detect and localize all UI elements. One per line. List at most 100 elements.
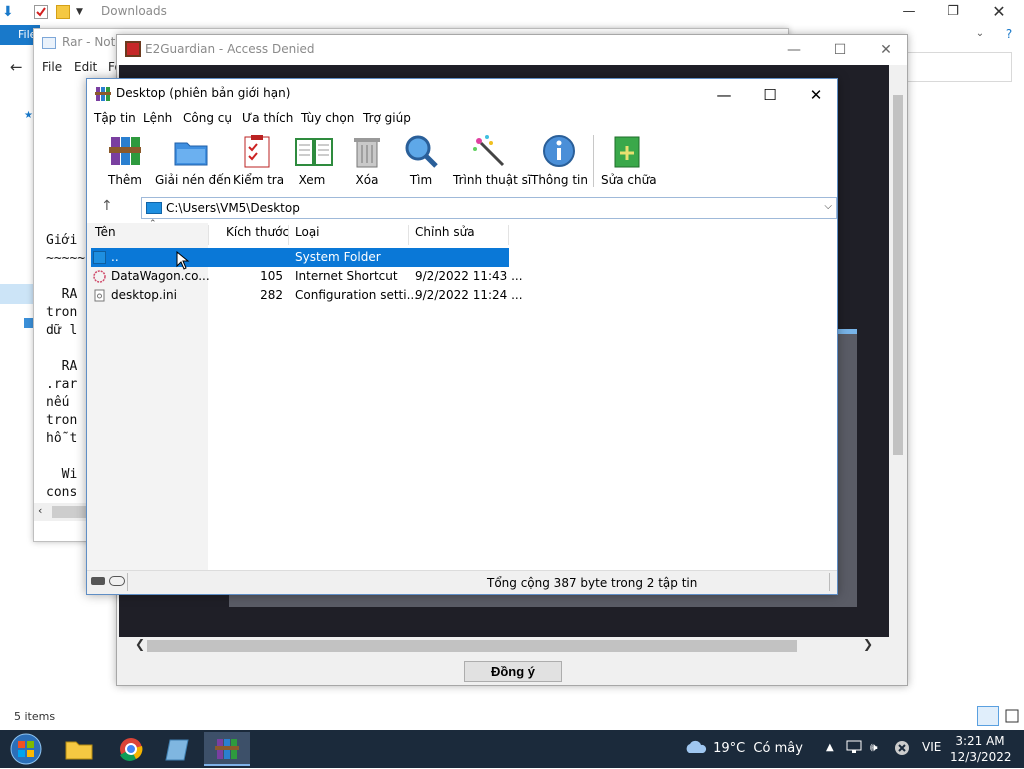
notepad-text-line: RA (46, 359, 78, 374)
column-header-name[interactable]: Tên (95, 225, 116, 239)
menu-help[interactable]: Trợ giúp (363, 111, 411, 125)
taskbar-notepad[interactable] (156, 732, 202, 766)
scroll-left-icon[interactable]: ‹ (38, 504, 42, 517)
toolbar-repair-button[interactable]: Sửa chữa (601, 133, 657, 189)
hscroll-right-icon[interactable]: ❯ (863, 637, 873, 651)
help-icon[interactable]: ? (994, 24, 1024, 44)
chevron-down-icon[interactable]: ⌵ (824, 201, 832, 212)
up-folder-icon[interactable]: ↑ (101, 198, 113, 214)
language-indicator[interactable]: VIE (922, 740, 941, 754)
menu-file[interactable]: Tập tin (94, 111, 136, 125)
notepad-text-line: tron (46, 305, 78, 320)
file-size: 105 (260, 269, 283, 283)
start-button[interactable] (6, 732, 46, 766)
network-tray-icon[interactable] (846, 740, 862, 757)
column-divider[interactable] (408, 225, 409, 245)
download-icon[interactable]: ⬇ (2, 5, 16, 19)
file-list-row[interactable]: desktop.ini 282 Configuration setti... 9/2/… (91, 286, 523, 305)
explorer-search-input[interactable] (906, 52, 1012, 82)
clock-date: 12/3/2022 (950, 750, 1012, 764)
info-icon (541, 133, 577, 169)
large-icons-view-icon[interactable] (1003, 706, 1021, 726)
properties-icon[interactable] (34, 5, 48, 19)
notepad-text-line: nếu (46, 395, 70, 410)
taskbar-chrome[interactable] (108, 732, 154, 766)
menu-commands[interactable]: Lệnh (143, 111, 172, 125)
toolbar-extract-button[interactable]: Giải nén đến (155, 133, 232, 189)
clock-time: 3:21 AM (955, 734, 1005, 748)
file-list-row[interactable]: DataWagon.co... 105 Internet Shortcut 9/2/2… (91, 267, 523, 286)
column-divider[interactable] (508, 225, 509, 245)
hscroll-left-icon[interactable]: ❮ (135, 637, 145, 651)
toolbar-find-button[interactable]: Tìm (399, 133, 443, 189)
winrar-maximize-button[interactable]: ☐ (747, 83, 793, 107)
key-icon[interactable] (109, 576, 125, 586)
qat-dropdown-icon[interactable]: ▼ (76, 5, 90, 19)
toolbar-delete-button[interactable]: Xóa (347, 133, 387, 189)
toolbar-view-button[interactable]: Xem (289, 133, 335, 189)
details-view-icon[interactable] (977, 706, 999, 726)
e2guardian-minimize-button[interactable]: — (771, 39, 817, 61)
explorer-minimize-button[interactable]: — (886, 2, 932, 24)
explorer-maximize-button[interactable]: ❐ (930, 2, 976, 24)
menu-favorites[interactable]: Ưa thích (242, 111, 293, 125)
file-list-row[interactable]: .. System Folder (91, 248, 509, 267)
notepad-text-line: Wi (46, 467, 78, 482)
notepad-text-line: cons (46, 485, 78, 500)
internet-shortcut-icon (93, 270, 106, 283)
explorer-close-button[interactable]: ✕ (976, 2, 1022, 24)
file-name: desktop.ini (111, 288, 177, 302)
notification-blocked-icon[interactable] (894, 740, 910, 759)
ok-button[interactable]: Đồng ý (464, 661, 562, 682)
notepad-app-icon (42, 37, 56, 49)
menu-options[interactable]: Tùy chọn (301, 111, 354, 125)
toolbar-wizard-button[interactable]: Trình thuật sĩ (453, 133, 531, 189)
notepad-menu-file[interactable]: File (42, 60, 62, 74)
file-type: System Folder (295, 250, 381, 264)
notepad-text-line: hỗ t (46, 431, 78, 446)
tray-expand-icon[interactable]: ▲ (826, 742, 834, 753)
taskbar-file-explorer[interactable] (56, 732, 102, 766)
e2guardian-maximize-button[interactable]: ☐ (817, 39, 863, 61)
explorer-title: Downloads (101, 4, 167, 18)
parent-folder-icon (93, 251, 106, 264)
toolbar-extract-label: Giải nén đến (155, 173, 232, 187)
drive-icon[interactable] (91, 577, 105, 585)
address-path-combobox[interactable]: C:\Users\VM5\Desktop ⌵ (141, 197, 837, 219)
winrar-title: Desktop (phiên bản giới hạn) (116, 86, 291, 100)
column-header-size[interactable]: Kích thước (226, 225, 289, 239)
weather-description: Có mây (753, 741, 803, 756)
menu-tools[interactable]: Công cụ (183, 111, 232, 125)
winrar-close-button[interactable]: ✕ (793, 83, 839, 107)
column-divider[interactable] (208, 225, 209, 245)
ribbon-collapse-icon[interactable]: ⌄ (968, 24, 992, 44)
taskbar-winrar[interactable] (204, 732, 250, 766)
test-clipboard-icon (239, 133, 275, 169)
notepad-menu-edit[interactable]: Edit (74, 60, 97, 74)
column-header-type[interactable]: Loại (295, 225, 320, 239)
weather-widget[interactable]: 19°C Có mây (683, 739, 803, 756)
e2guardian-hscroll-thumb[interactable] (147, 640, 797, 652)
column-divider[interactable] (288, 225, 289, 245)
add-archive-icon (107, 133, 143, 169)
toolbar-test-button[interactable]: Kiểm tra (233, 133, 284, 189)
back-arrow-icon[interactable]: ← (10, 58, 23, 76)
new-folder-icon[interactable] (56, 5, 70, 19)
notepad-text-line: Giới (46, 233, 78, 248)
toolbar-info-button[interactable]: Thông tin (531, 133, 588, 189)
taskbar: 19°C Có mây ▲ 🕪 VIE 3:21 AM 12/3/2022 (0, 730, 1024, 768)
nav-pane-selected-item[interactable] (0, 284, 34, 304)
winrar-minimize-button[interactable]: — (701, 83, 747, 107)
toolbar-info-label: Thông tin (531, 173, 588, 187)
view-book-icon (294, 133, 333, 169)
weather-temperature: 19°C (713, 741, 746, 756)
notepad-text-line: RA (46, 287, 78, 302)
winrar-window[interactable]: Desktop (phiên bản giới hạn) — ☐ ✕ Tập t… (86, 78, 838, 595)
e2guardian-close-button[interactable]: ✕ (863, 39, 909, 61)
column-header-modified[interactable]: Chỉnh sửa (415, 225, 475, 239)
toolbar-add-button[interactable]: Thêm (105, 133, 145, 189)
extract-folder-icon (173, 133, 209, 169)
taskbar-clock[interactable]: 3:21 AM 12/3/2022 (950, 733, 1012, 765)
e2guardian-scroll-thumb[interactable] (893, 95, 903, 455)
volume-icon[interactable]: 🕪 (870, 740, 878, 755)
